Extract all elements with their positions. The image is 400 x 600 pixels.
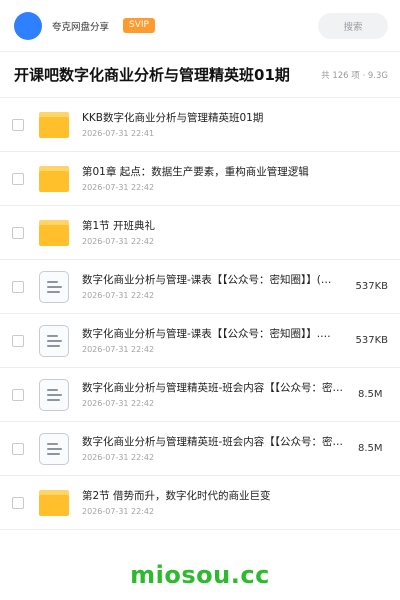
item-info: 第01章 起点：数据生产要素，重构商业管理逻辑 2026-07-31 22:42 — [82, 165, 388, 192]
item-info: 数字化商业分析与管理-课表【【公众号：密知圈】】(… 2026-07-31 22:… — [82, 273, 351, 300]
item-size: 8.5M — [358, 443, 383, 454]
item-date: 2026-07-31 22:41 — [82, 129, 155, 138]
item-info: KKB数字化商业分析与管理精英班01期 2026-07-31 22:41 — [82, 111, 388, 138]
item-name[interactable]: 数字化商业分析与管理-课表【【公众号：密知圈】】(… — [82, 273, 351, 287]
list-item[interactable]: 数字化商业分析与管理精英班-班会内容【【公众号：密… 2026-07-31 22:… — [0, 422, 400, 476]
list-item[interactable]: 第2节 借势而升，数字化时代的商业巨变 2026-07-31 22:42 — [0, 476, 400, 530]
item-date: 2026-07-31 22:42 — [82, 183, 155, 192]
document-icon — [38, 324, 70, 357]
item-date: 2026-07-31 22:42 — [82, 453, 155, 462]
select-checkbox[interactable] — [12, 280, 24, 293]
select-checkbox[interactable] — [12, 388, 24, 401]
search-input[interactable]: 搜索 — [318, 12, 388, 39]
app-header: 夸克网盘分享 SVIP 搜索 — [0, 0, 400, 52]
list-item[interactable]: KKB数字化商业分析与管理精英班01期 2026-07-31 22:41 — [0, 98, 400, 152]
list-item[interactable]: 数字化商业分析与管理精英班-班会内容【【公众号：密… 2026-07-31 22:… — [0, 368, 400, 422]
page-title: 开课吧数字化商业分析与管理精英班01期 — [14, 66, 290, 84]
folder-icon — [38, 109, 70, 141]
item-size: 537KB — [355, 335, 388, 346]
list-item[interactable]: 第01章 起点：数据生产要素，重构商业管理逻辑 2026-07-31 22:42 — [0, 152, 400, 206]
file-list: KKB数字化商业分析与管理精英班01期 2026-07-31 22:41 第01章 … — [0, 98, 400, 530]
svip-badge: SVIP — [123, 18, 155, 33]
item-date: 2026-07-31 22:42 — [82, 507, 155, 516]
select-checkbox[interactable] — [12, 334, 24, 347]
folder-header: 开课吧数字化商业分析与管理精英班01期 共 126 项 · 9.3G — [0, 52, 400, 98]
item-size: 537KB — [355, 281, 388, 292]
footer: miosou.cc — [0, 550, 400, 600]
item-count: 共 126 项 · 9.3G — [321, 70, 388, 81]
folder-icon — [38, 217, 70, 249]
item-name[interactable]: 第01章 起点：数据生产要素，重构商业管理逻辑 — [82, 165, 388, 179]
item-name[interactable]: 第1节 开班典礼 — [82, 219, 388, 233]
item-size: 8.5M — [358, 389, 383, 400]
item-date: 2026-07-31 22:42 — [82, 291, 155, 300]
select-checkbox[interactable] — [12, 442, 24, 455]
item-name[interactable]: 数字化商业分析与管理精英班-班会内容【【公众号：密… — [82, 381, 354, 395]
item-date: 2026-07-31 22:42 — [82, 399, 155, 408]
item-name[interactable]: KKB数字化商业分析与管理精英班01期 — [82, 111, 388, 125]
item-info: 数字化商业分析与管理精英班-班会内容【【公众号：密… 2026-07-31 22:… — [82, 381, 354, 408]
sharer-name: 夸克网盘分享 — [52, 21, 110, 33]
item-info: 第1节 开班典礼 2026-07-31 22:42 — [82, 219, 388, 246]
item-date: 2026-07-31 22:42 — [82, 345, 155, 354]
item-name[interactable]: 数字化商业分析与管理-课表【【公众号：密知圈】】.… — [82, 327, 351, 341]
folder-icon — [38, 487, 70, 519]
select-checkbox[interactable] — [12, 496, 24, 509]
select-checkbox[interactable] — [12, 118, 24, 131]
item-info: 数字化商业分析与管理-课表【【公众号：密知圈】】.… 2026-07-31 22:… — [82, 327, 351, 354]
avatar[interactable] — [14, 11, 42, 40]
item-date: 2026-07-31 22:42 — [82, 237, 155, 246]
item-name[interactable]: 第2节 借势而升，数字化时代的商业巨变 — [82, 489, 388, 503]
select-checkbox[interactable] — [12, 226, 24, 239]
select-checkbox[interactable] — [12, 172, 24, 185]
item-info: 数字化商业分析与管理精英班-班会内容【【公众号：密… 2026-07-31 22:… — [82, 435, 354, 462]
item-info: 第2节 借势而升，数字化时代的商业巨变 2026-07-31 22:42 — [82, 489, 388, 516]
item-name[interactable]: 数字化商业分析与管理精英班-班会内容【【公众号：密… — [82, 435, 354, 449]
watermark-text: miosou.cc — [130, 561, 270, 589]
list-item[interactable]: 数字化商业分析与管理-课表【【公众号：密知圈】】.… 2026-07-31 22:… — [0, 314, 400, 368]
folder-icon — [38, 163, 70, 195]
document-icon — [38, 432, 70, 465]
list-item[interactable]: 第1节 开班典礼 2026-07-31 22:42 — [0, 206, 400, 260]
list-item[interactable]: 数字化商业分析与管理-课表【【公众号：密知圈】】(… 2026-07-31 22:… — [0, 260, 400, 314]
document-icon — [38, 378, 70, 411]
document-icon — [38, 270, 70, 303]
